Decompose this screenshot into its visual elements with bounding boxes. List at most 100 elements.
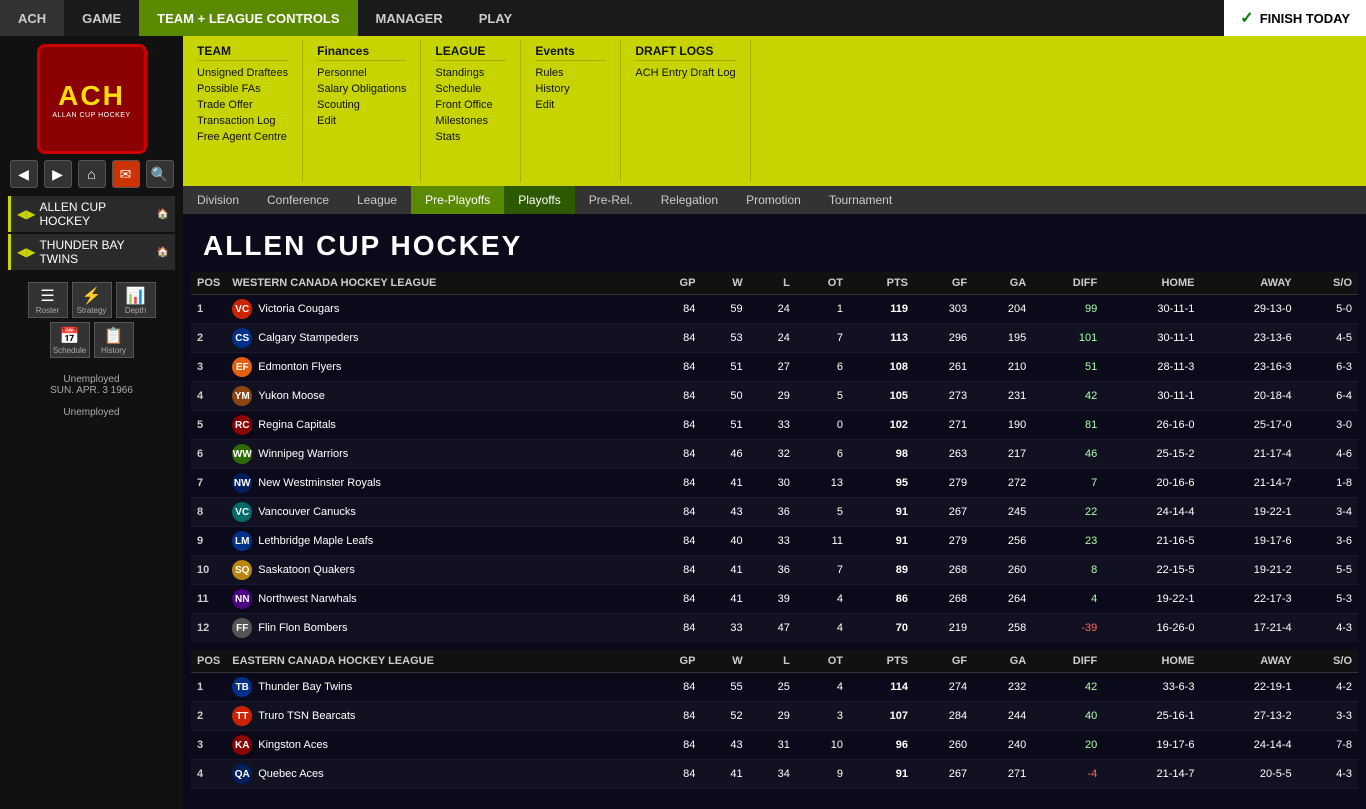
ach-link-label: ALLEN CUP HOCKEY (39, 200, 156, 228)
row-ga: 272 (973, 469, 1032, 498)
subnav-conference[interactable]: Conference (253, 186, 343, 214)
row-pts: 107 (849, 702, 914, 731)
row-home: 19-22-1 (1103, 585, 1200, 614)
subnav-pre-playoffs[interactable]: Pre-Playoffs (411, 186, 504, 214)
row-so: 3-6 (1298, 527, 1358, 556)
row-ot: 0 (796, 411, 849, 440)
col-l: L (749, 272, 796, 295)
nav-mail-btn[interactable]: ✉ (112, 160, 140, 188)
team-logo: LM (232, 531, 252, 551)
team-link-ach[interactable]: ◀▶ ALLEN CUP HOCKEY 🏠 (8, 196, 175, 232)
row-team-name[interactable]: CS Calgary Stampeders (226, 324, 647, 353)
row-ot: 7 (796, 556, 849, 585)
row-team-name[interactable]: WW Winnipeg Warriors (226, 440, 647, 469)
row-team-name[interactable]: LM Lethbridge Maple Leafs (226, 527, 647, 556)
eastern-diff-header: DIFF (1032, 646, 1103, 673)
roster-icon-btn[interactable]: ☰ Roster (28, 282, 68, 318)
subnav-pre-rel[interactable]: Pre-Rel. (575, 186, 647, 214)
row-pts: 119 (849, 295, 914, 324)
nav-manager[interactable]: MANAGER (358, 0, 461, 36)
depth-icon-btn[interactable]: 📊 Depth (116, 282, 156, 318)
row-pts: 114 (849, 673, 914, 702)
row-w: 41 (701, 760, 748, 789)
row-ot: 4 (796, 614, 849, 647)
nav-play[interactable]: PLAY (461, 0, 530, 36)
row-team-name[interactable]: NN Northwest Narwhals (226, 585, 647, 614)
menu-item-stats[interactable]: Stats (435, 129, 506, 145)
team-link-twins[interactable]: ◀▶ THUNDER BAY TWINS 🏠 (8, 234, 175, 270)
row-team-name[interactable]: NW New Westminster Royals (226, 469, 647, 498)
row-home: 21-14-7 (1103, 760, 1200, 789)
row-gf: 219 (914, 614, 973, 647)
row-team-name[interactable]: VC Vancouver Canucks (226, 498, 647, 527)
subnav-tournament[interactable]: Tournament (815, 186, 906, 214)
menu-item-ach-entry-draft-log[interactable]: ACH Entry Draft Log (635, 65, 735, 81)
nav-team-league[interactable]: TEAM + LEAGUE CONTROLS (139, 0, 357, 36)
row-gp: 84 (647, 469, 701, 498)
menu-header-events: Events (535, 44, 606, 61)
strategy-icon-btn[interactable]: ⚡ Strategy (72, 282, 112, 318)
top-bar: ACH GAME TEAM + LEAGUE CONTROLS MANAGER … (0, 0, 1366, 36)
finish-today-button[interactable]: ✓ FINISH TODAY (1224, 0, 1366, 36)
row-pos: 7 (191, 469, 226, 498)
row-ga: 190 (973, 411, 1032, 440)
row-team-name[interactable]: RC Regina Capitals (226, 411, 647, 440)
row-team-name[interactable]: KA Kingston Aces (226, 731, 647, 760)
nav-back-btn[interactable]: ◀ (10, 160, 38, 188)
nav-ach[interactable]: ACH (0, 0, 64, 36)
row-ot: 11 (796, 527, 849, 556)
row-team-name[interactable]: EF Edmonton Flyers (226, 353, 647, 382)
row-team-name[interactable]: SQ Saskatoon Quakers (226, 556, 647, 585)
menu-item-salary-obligations[interactable]: Salary Obligations (317, 81, 406, 97)
menu-item-trade-offer[interactable]: Trade Offer (197, 97, 288, 113)
row-gp: 84 (647, 411, 701, 440)
row-ot: 7 (796, 324, 849, 353)
team-name-label: Flin Flon Bombers (258, 622, 347, 634)
team-name-label: New Westminster Royals (258, 477, 381, 489)
row-team-name[interactable]: VC Victoria Cougars (226, 295, 647, 324)
menu-item-personnel[interactable]: Personnel (317, 65, 406, 81)
row-l: 31 (749, 731, 796, 760)
nav-search-btn[interactable]: 🔍 (146, 160, 174, 188)
subnav-promotion[interactable]: Promotion (732, 186, 815, 214)
subnav-division[interactable]: Division (183, 186, 253, 214)
menu-item-finances-edit[interactable]: Edit (317, 113, 406, 129)
row-home: 24-14-4 (1103, 498, 1200, 527)
nav-game[interactable]: GAME (64, 0, 139, 36)
menu-item-unsigned-draftees[interactable]: Unsigned Draftees (197, 65, 288, 81)
subnav-playoffs[interactable]: Playoffs (504, 186, 574, 214)
nav-home-btn[interactable]: ⌂ (78, 160, 106, 188)
row-home: 30-11-1 (1103, 382, 1200, 411)
subnav-relegation[interactable]: Relegation (647, 186, 732, 214)
menu-item-milestones[interactable]: Milestones (435, 113, 506, 129)
row-home: 20-16-6 (1103, 469, 1200, 498)
menu-item-possible-fas[interactable]: Possible FAs (197, 81, 288, 97)
row-ga: 217 (973, 440, 1032, 469)
menu-item-standings[interactable]: Standings (435, 65, 506, 81)
menu-item-schedule[interactable]: Schedule (435, 81, 506, 97)
row-team-name[interactable]: TB Thunder Bay Twins (226, 673, 647, 702)
menu-item-history[interactable]: History (535, 81, 606, 97)
table-row: 4 QA Quebec Aces 84 41 34 9 91 267 271 -… (191, 760, 1358, 789)
table-row: 3 EF Edmonton Flyers 84 51 27 6 108 261 … (191, 353, 1358, 382)
menu-item-rules[interactable]: Rules (535, 65, 606, 81)
menu-item-events-edit[interactable]: Edit (535, 97, 606, 113)
row-team-name[interactable]: QA Quebec Aces (226, 760, 647, 789)
history-icon-btn[interactable]: 📋 History (94, 322, 134, 358)
menu-item-scouting[interactable]: Scouting (317, 97, 406, 113)
team-name-label: Edmonton Flyers (258, 361, 341, 373)
row-so: 5-3 (1298, 585, 1358, 614)
subnav-league[interactable]: League (343, 186, 411, 214)
sub-nav: Division Conference League Pre-Playoffs … (183, 186, 1366, 214)
row-team-name[interactable]: YM Yukon Moose (226, 382, 647, 411)
menu-item-front-office[interactable]: Front Office (435, 97, 506, 113)
menu-item-free-agent-centre[interactable]: Free Agent Centre (197, 129, 288, 145)
row-away: 19-21-2 (1200, 556, 1297, 585)
team-name-label: Northwest Narwhals (258, 593, 356, 605)
row-w: 50 (701, 382, 748, 411)
row-team-name[interactable]: FF Flin Flon Bombers (226, 614, 647, 647)
schedule-icon-btn[interactable]: 📅 Schedule (50, 322, 90, 358)
row-team-name[interactable]: TT Truro TSN Bearcats (226, 702, 647, 731)
nav-forward-btn[interactable]: ▶ (44, 160, 72, 188)
menu-item-transaction-log[interactable]: Transaction Log (197, 113, 288, 129)
